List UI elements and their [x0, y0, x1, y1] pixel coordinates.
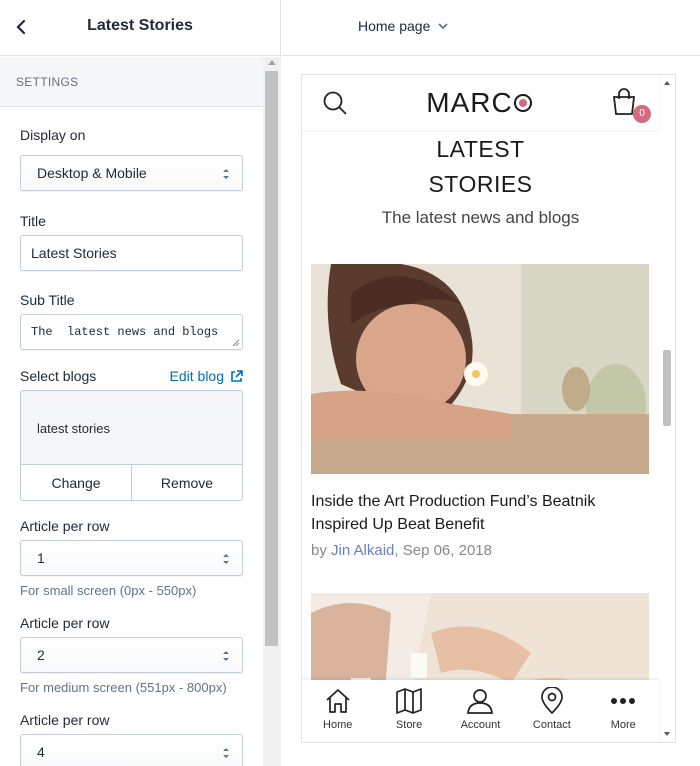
select-arrows-icon: [223, 651, 229, 661]
select-arrows-icon: [223, 554, 229, 564]
nav-contact[interactable]: Contact: [522, 687, 582, 731]
preview-panel: Home page MARC 0 LATEST STORIES The late…: [282, 0, 700, 766]
mobile-preview-frame[interactable]: MARC 0 LATEST STORIES The latest news an…: [301, 74, 676, 743]
scroll-up-icon[interactable]: [268, 60, 276, 65]
display-on-label: Display on: [20, 127, 86, 143]
article-per-row-select-small[interactable]: 1: [20, 540, 243, 576]
sub-title-textarea[interactable]: The latest news and blogs: [20, 314, 243, 350]
nav-home[interactable]: Home: [308, 687, 368, 731]
settings-scrollbar[interactable]: [263, 57, 281, 766]
editor-panel: Latest Stories SETTINGS Display on Deskt…: [0, 0, 281, 766]
nav-store-label: Store: [395, 719, 423, 731]
shop-header: MARC 0: [302, 75, 659, 130]
sub-title-value: The latest news and blogs: [31, 325, 219, 339]
logo-text: MARC: [426, 86, 513, 118]
nav-more-label: More: [610, 719, 636, 731]
chevron-down-icon: [438, 22, 449, 29]
article-per-row-label-medium: Article per row: [20, 615, 110, 631]
article-per-row-value-small: 1: [37, 550, 45, 566]
user-icon: [467, 689, 494, 714]
article-per-row-select-large[interactable]: 4: [20, 734, 243, 766]
map-icon: [396, 688, 422, 714]
shop-logo[interactable]: MARC: [426, 87, 532, 119]
nav-more[interactable]: More: [593, 687, 653, 731]
more-dots-icon: [611, 698, 636, 704]
resize-handle-icon[interactable]: [232, 339, 240, 347]
article-by: by: [311, 542, 327, 559]
display-on-select[interactable]: Desktop & Mobile: [20, 155, 243, 191]
article-per-row-value-medium: 2: [37, 647, 45, 663]
title-input-value: Latest Stories: [31, 245, 117, 261]
settings-form: Display on Desktop & Mobile Title Latest…: [20, 127, 243, 766]
search-icon[interactable]: [322, 90, 348, 116]
cart-button[interactable]: 0: [611, 87, 651, 123]
select-arrows-icon: [223, 169, 229, 179]
preview-scrollbar[interactable]: [659, 75, 675, 742]
select-blogs-label: Select blogs: [20, 368, 97, 384]
shop-bottom-nav: Home Store Account Contact More: [302, 680, 659, 742]
nav-store[interactable]: Store: [379, 687, 439, 731]
logo-o-dot-icon: [513, 93, 532, 112]
select-blogs-row: Select blogs Edit blog: [20, 368, 243, 384]
home-icon: [326, 689, 350, 713]
external-link-icon: [231, 369, 243, 382]
article-per-row-select-medium[interactable]: 2: [20, 637, 243, 673]
preview-scroll-up-icon[interactable]: [664, 81, 670, 85]
location-pin-icon: [541, 687, 563, 715]
section-subtitle: The latest news and blogs: [381, 208, 580, 227]
spa-photo: [311, 264, 649, 474]
section-title-line2: STORIES: [428, 171, 533, 197]
preview-scroll-down-icon[interactable]: [664, 732, 670, 736]
nav-contact-label: Contact: [532, 719, 571, 731]
shop-page: MARC 0 LATEST STORIES The latest news an…: [302, 75, 659, 742]
help-text-medium: For medium screen (551px - 800px): [20, 680, 227, 695]
editor-header: Latest Stories: [0, 0, 280, 56]
section-title-line1: LATEST: [436, 136, 525, 162]
nav-home-label: Home: [323, 719, 353, 731]
selected-blog-box: latest stories Change Remove: [20, 390, 243, 501]
edit-blog-label: Edit blog: [169, 368, 224, 384]
article-date: , Sep 06, 2018: [394, 542, 492, 559]
article-per-row-label-small: Article per row: [20, 518, 110, 534]
remove-blog-button[interactable]: Remove: [132, 465, 242, 500]
page-selector[interactable]: Home page: [358, 18, 449, 34]
help-text-small: For small screen (0px - 550px): [20, 583, 197, 598]
title-label: Title: [20, 213, 46, 229]
preview-scrollbar-thumb[interactable]: [663, 350, 671, 426]
article-per-row-label-large: Article per row: [20, 712, 110, 728]
section-title: LATEST STORIES: [302, 132, 659, 202]
editor-title: Latest Stories: [87, 17, 193, 34]
nav-account[interactable]: Account: [450, 687, 510, 731]
article-title[interactable]: Inside the Art Production Fund’s Beatnik…: [311, 490, 641, 536]
article-per-row-value-large: 4: [37, 744, 45, 760]
select-arrows-icon: [223, 748, 229, 758]
settings-scroll-area[interactable]: SETTINGS Display on Desktop & Mobile Tit…: [0, 57, 281, 766]
title-input[interactable]: Latest Stories: [20, 235, 243, 271]
blog-actions: Change Remove: [21, 464, 242, 500]
nav-account-label: Account: [460, 719, 501, 731]
scrollbar-thumb[interactable]: [265, 71, 278, 646]
change-blog-button[interactable]: Change: [21, 465, 132, 500]
article-image-spa[interactable]: [311, 264, 649, 474]
sub-title-label: Sub Title: [20, 292, 75, 308]
edit-blog-link[interactable]: Edit blog: [170, 368, 243, 384]
display-on-value: Desktop & Mobile: [37, 165, 147, 181]
settings-heading: SETTINGS: [0, 57, 281, 107]
preview-top-bar: Home page: [282, 0, 700, 56]
cart-count-badge: 0: [632, 104, 651, 123]
article-meta: by Jin Alkaid, Sep 06, 2018: [311, 542, 492, 559]
article-author-link[interactable]: Jin Alkaid: [331, 542, 394, 559]
selected-blog-name: latest stories: [37, 421, 110, 436]
page-selector-label: Home page: [358, 18, 431, 34]
